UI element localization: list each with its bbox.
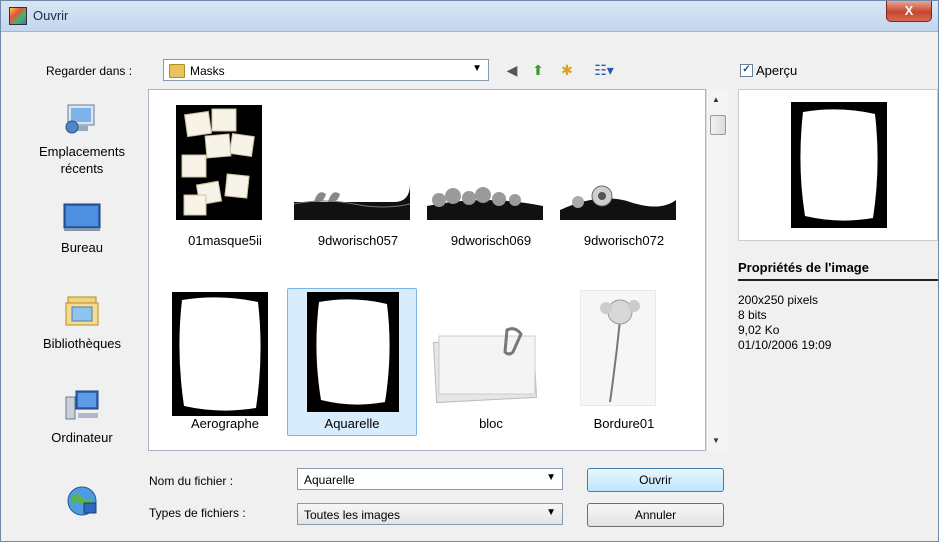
file-type-value: Toutes les images — [304, 508, 401, 522]
views-menu-icon[interactable]: ☷▾ — [589, 60, 619, 80]
back-icon[interactable]: ◀ — [502, 60, 522, 80]
file-name: bloc — [479, 416, 503, 431]
preview-label: Aperçu — [756, 63, 798, 78]
file-thumbnail — [294, 170, 410, 220]
file-tile-selected[interactable]: Aquarelle — [287, 288, 417, 438]
file-list[interactable]: 01masque5ii 9dworisch057 9dworisch069 9d… — [148, 89, 706, 451]
chevron-down-icon[interactable]: ▼ — [546, 472, 556, 483]
place-label: Ordinateur — [51, 430, 113, 445]
cancel-button[interactable]: Annuler — [587, 503, 724, 527]
file-name: 9dworisch057 — [317, 233, 399, 248]
close-button[interactable]: X — [886, 1, 932, 22]
file-tile[interactable]: Bordure01 — [560, 288, 688, 438]
file-name: Aquarelle — [324, 416, 380, 431]
place-computer[interactable]: Ordinateur — [22, 389, 142, 446]
file-list-scrollbar[interactable]: ▲ ▼ — [706, 89, 728, 451]
look-in-label: Regarder dans : — [46, 64, 133, 78]
scroll-up-icon[interactable]: ▲ — [712, 95, 720, 104]
file-name: Bordure01 — [593, 416, 655, 431]
scroll-thumb[interactable] — [710, 115, 726, 135]
file-name-label: Nom du fichier : — [149, 474, 234, 488]
title-bar: Ouvrir X — [1, 1, 938, 32]
look-in-combo[interactable]: Masks ▼ — [163, 59, 489, 81]
file-tile[interactable]: 9dworisch057 — [294, 102, 422, 252]
place-network[interactable] — [22, 483, 142, 522]
file-name: 9dworisch072 — [583, 233, 665, 248]
folder-icon — [169, 64, 185, 78]
file-name-value: Aquarelle — [304, 473, 355, 487]
place-desktop[interactable]: Bureau — [22, 201, 142, 256]
file-name-combo[interactable]: Aquarelle ▼ — [297, 468, 563, 490]
open-dialog: Ouvrir X Regarder dans : Masks ▼ ◀ ⬆ ✱ ☷… — [0, 0, 939, 542]
file-thumbnail — [580, 290, 656, 406]
prop-depth: 8 bits — [738, 308, 767, 322]
file-tile[interactable]: Aerographe — [161, 288, 289, 438]
desktop-icon — [63, 203, 101, 231]
file-type-select[interactable]: Toutes les images ▼ — [297, 503, 563, 525]
properties-divider — [738, 279, 938, 281]
place-label: Bureau — [61, 240, 103, 255]
new-folder-icon[interactable]: ✱ — [557, 60, 577, 80]
place-recent[interactable]: Emplacements récents — [22, 101, 142, 177]
properties-title: Propriétés de l'image — [738, 260, 869, 275]
chevron-down-icon: ▼ — [472, 63, 482, 74]
file-thumbnail — [176, 105, 262, 220]
file-name: 01masque5ii — [188, 233, 262, 248]
preview-checkbox[interactable]: ✓ — [740, 64, 753, 77]
file-tile[interactable]: 01masque5ii — [161, 102, 289, 252]
file-thumbnail — [427, 170, 543, 220]
preview-thumbnail — [791, 102, 887, 228]
scroll-down-icon[interactable]: ▼ — [712, 436, 720, 445]
file-thumbnail — [172, 292, 268, 416]
look-in-value: Masks — [190, 64, 225, 78]
up-folder-icon[interactable]: ⬆ — [528, 60, 548, 80]
place-label: Bibliothèques — [42, 336, 122, 351]
chevron-down-icon[interactable]: ▼ — [546, 507, 556, 518]
file-tile[interactable]: bloc — [427, 288, 555, 438]
file-thumbnail — [429, 320, 545, 410]
file-tile[interactable]: 9dworisch069 — [427, 102, 555, 252]
file-name: 9dworisch069 — [450, 233, 532, 248]
network-icon — [67, 486, 97, 516]
open-button[interactable]: Ouvrir — [587, 468, 724, 492]
app-icon — [9, 7, 27, 25]
place-label: Emplacements récents — [39, 144, 125, 176]
file-name: Aerographe — [191, 416, 259, 431]
preview-image — [738, 89, 938, 241]
libraries-icon — [65, 296, 99, 326]
file-tile[interactable]: 9dworisch072 — [560, 102, 688, 252]
file-thumbnail — [307, 292, 399, 412]
computer-icon — [65, 390, 99, 420]
place-libraries[interactable]: Bibliothèques — [22, 293, 142, 352]
file-thumbnail — [560, 170, 676, 220]
prop-size: 9,02 Ko — [738, 323, 780, 337]
places-bar: Emplacements récents Bureau Bibliothèque… — [22, 89, 142, 525]
window-title: Ouvrir — [33, 8, 69, 23]
file-type-label: Types de fichiers : — [149, 506, 246, 520]
recent-places-icon — [65, 104, 95, 134]
prop-date: 01/10/2006 19:09 — [738, 338, 832, 352]
prop-dimensions: 200x250 pixels — [738, 293, 819, 307]
